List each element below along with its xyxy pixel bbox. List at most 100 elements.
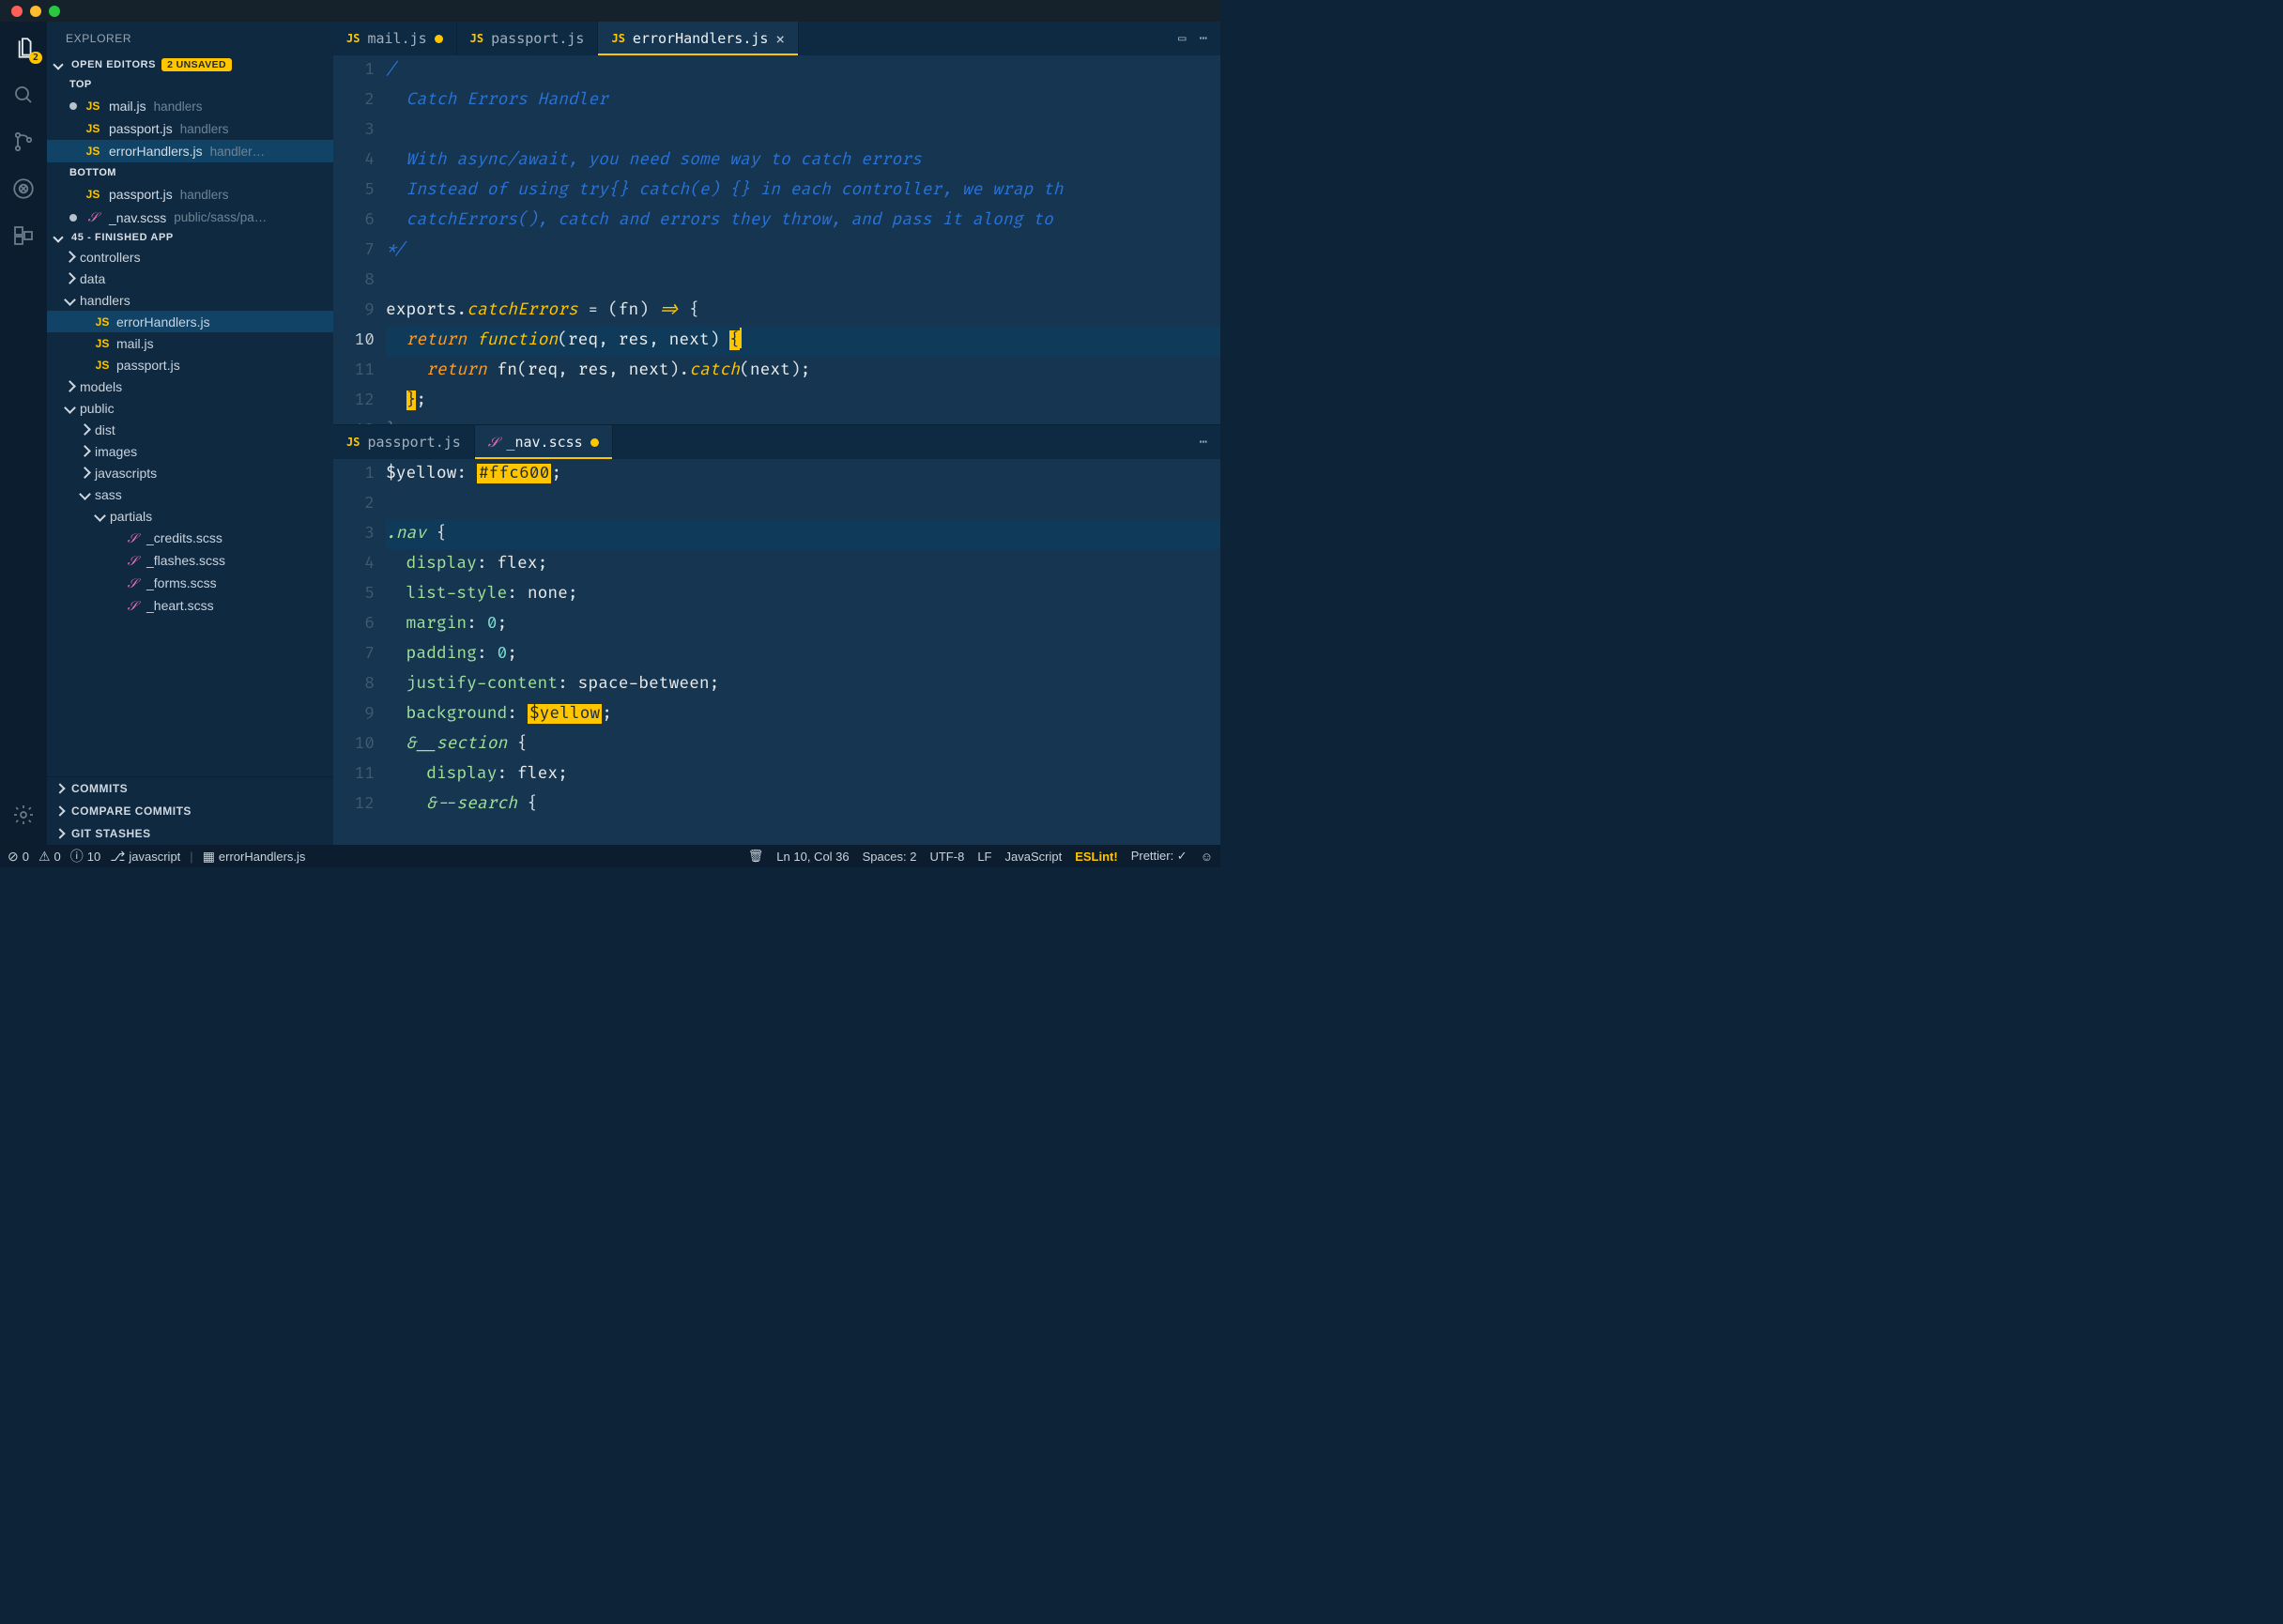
- code-line[interactable]: Catch Errors Handler: [386, 85, 1220, 115]
- tree-folder[interactable]: dist: [47, 419, 333, 440]
- activity-bar: 2: [0, 22, 47, 845]
- status-eslint[interactable]: ESLint!: [1075, 850, 1118, 864]
- code-editor-bottom[interactable]: $yellow: #ffc600; .nav { display: flex; …: [386, 459, 1220, 845]
- open-editor-file[interactable]: JSpassport.js handlers: [47, 117, 333, 140]
- settings-icon[interactable]: [10, 802, 37, 828]
- editor-tab[interactable]: 𝒮_nav.scss: [475, 425, 613, 459]
- open-editor-file[interactable]: JSerrorHandlers.js handler…: [47, 140, 333, 162]
- tree-folder[interactable]: models: [47, 375, 333, 397]
- code-line[interactable]: return fn(req, res, next).catch(next);: [386, 356, 1220, 386]
- tree-folder[interactable]: sass: [47, 483, 333, 505]
- code-line[interactable]: .nav {: [386, 519, 1220, 549]
- js-file-icon: JS: [346, 32, 360, 45]
- open-editor-file[interactable]: 𝒮_nav.scss public/sass/pa…: [47, 206, 333, 229]
- maximize-window[interactable]: [49, 6, 60, 17]
- status-language[interactable]: JavaScript: [1004, 850, 1062, 864]
- code-line[interactable]: &--search {: [386, 789, 1220, 820]
- code-line[interactable]: */: [386, 236, 1220, 266]
- folder-name: sass: [95, 487, 122, 502]
- code-line[interactable]: catchErrors(), catch and errors they thr…: [386, 206, 1220, 236]
- code-editor-top[interactable]: / Catch Errors Handler With async/await,…: [386, 55, 1220, 424]
- code-line[interactable]: [386, 266, 1220, 296]
- sidebar-panel-header[interactable]: COMMITS: [47, 777, 333, 800]
- js-file-icon: JS: [94, 359, 111, 372]
- close-icon[interactable]: ×: [775, 30, 785, 48]
- open-editor-file[interactable]: JSpassport.js handlers: [47, 183, 333, 206]
- editor-tab[interactable]: JSerrorHandlers.js×: [598, 22, 799, 55]
- close-window[interactable]: [11, 6, 23, 17]
- code-line[interactable]: };: [386, 416, 1220, 424]
- code-line[interactable]: padding: 0;: [386, 639, 1220, 669]
- code-line[interactable]: background: $yellow;: [386, 699, 1220, 729]
- js-file-icon: JS: [94, 337, 111, 350]
- file-name: _heart.scss: [146, 598, 214, 613]
- tree-file[interactable]: JSerrorHandlers.js: [47, 311, 333, 332]
- status-git-branch[interactable]: ⎇javascript: [110, 849, 180, 865]
- tree-folder[interactable]: images: [47, 440, 333, 462]
- code-line[interactable]: [386, 489, 1220, 519]
- status-prettier[interactable]: Prettier: ✓: [1131, 849, 1187, 864]
- code-line[interactable]: $yellow: #ffc600;: [386, 459, 1220, 489]
- code-line[interactable]: display: flex;: [386, 549, 1220, 579]
- status-smiley-icon[interactable]: ☺: [1201, 850, 1213, 864]
- code-line[interactable]: display: flex;: [386, 759, 1220, 789]
- editor-tab[interactable]: JSpassport.js: [333, 425, 475, 459]
- open-editors-header[interactable]: OPEN EDITORS 2 UNSAVED: [47, 55, 333, 74]
- workspace-root[interactable]: 45 - FINISHED APP: [47, 229, 333, 246]
- split-editor-icon[interactable]: ▭: [1178, 31, 1186, 46]
- tree-file[interactable]: 𝒮_heart.scss: [47, 594, 333, 617]
- more-icon[interactable]: ⋯: [1200, 31, 1207, 46]
- code-line[interactable]: /: [386, 55, 1220, 85]
- search-icon[interactable]: [10, 82, 37, 108]
- tree-folder[interactable]: handlers: [47, 289, 333, 311]
- sidebar-panel-header[interactable]: COMPARE COMMITS: [47, 800, 333, 822]
- editor-tab[interactable]: JSpassport.js: [457, 22, 599, 55]
- status-info[interactable]: ⓘ10: [70, 847, 100, 866]
- minimize-window[interactable]: [30, 6, 41, 17]
- tree-file[interactable]: 𝒮_forms.scss: [47, 572, 333, 594]
- open-editor-file[interactable]: JSmail.js handlers: [47, 95, 333, 117]
- code-line[interactable]: exports.catchErrors = (fn) => {: [386, 296, 1220, 326]
- folder-name: images: [95, 444, 137, 459]
- status-encoding[interactable]: UTF-8: [929, 850, 964, 864]
- dirty-dot-icon: [590, 438, 599, 447]
- status-file-context[interactable]: ▦errorHandlers.js: [203, 849, 306, 865]
- code-line[interactable]: return function(req, res, next) {: [386, 326, 1220, 356]
- code-line[interactable]: With async/await, you need some way to c…: [386, 146, 1220, 176]
- status-trash[interactable]: 🗑: [748, 849, 764, 864]
- file-dir: public/sass/pa…: [174, 210, 267, 224]
- code-line[interactable]: margin: 0;: [386, 609, 1220, 639]
- file-name: errorHandlers.js: [109, 144, 203, 159]
- explorer-icon[interactable]: 2: [10, 35, 37, 61]
- tree-folder[interactable]: javascripts: [47, 462, 333, 483]
- code-line[interactable]: justify-content: space-between;: [386, 669, 1220, 699]
- more-icon[interactable]: ⋯: [1200, 435, 1207, 450]
- tree-folder[interactable]: data: [47, 268, 333, 289]
- editor-tab[interactable]: JSmail.js: [333, 22, 457, 55]
- status-ln-col[interactable]: Ln 10, Col 36: [776, 850, 849, 864]
- tree-folder[interactable]: partials: [47, 505, 333, 527]
- status-errors[interactable]: ⊘0: [8, 849, 29, 865]
- git-icon[interactable]: [10, 129, 37, 155]
- code-line[interactable]: &__section {: [386, 729, 1220, 759]
- status-spaces[interactable]: Spaces: 2: [863, 850, 917, 864]
- extensions-icon[interactable]: [10, 222, 37, 249]
- js-file-icon: JS: [611, 32, 624, 45]
- tree-file[interactable]: 𝒮_flashes.scss: [47, 549, 333, 572]
- sidebar-panel-header[interactable]: GIT STASHES: [47, 822, 333, 845]
- status-eol[interactable]: LF: [977, 850, 991, 864]
- chevron-icon: [64, 294, 76, 306]
- code-line[interactable]: };: [386, 386, 1220, 416]
- tree-folder[interactable]: public: [47, 397, 333, 419]
- panel-label: COMMITS: [71, 782, 128, 795]
- tree-folder[interactable]: controllers: [47, 246, 333, 268]
- code-line[interactable]: [386, 115, 1220, 146]
- code-line[interactable]: Instead of using try{} catch(e) {} in ea…: [386, 176, 1220, 206]
- tree-file[interactable]: 𝒮_credits.scss: [47, 527, 333, 549]
- tree-file[interactable]: JSmail.js: [47, 332, 333, 354]
- tree-file[interactable]: JSpassport.js: [47, 354, 333, 375]
- code-line[interactable]: list-style: none;: [386, 579, 1220, 609]
- status-warnings[interactable]: ⚠0: [38, 849, 61, 865]
- debug-icon[interactable]: [10, 176, 37, 202]
- file-name: _nav.scss: [109, 210, 166, 225]
